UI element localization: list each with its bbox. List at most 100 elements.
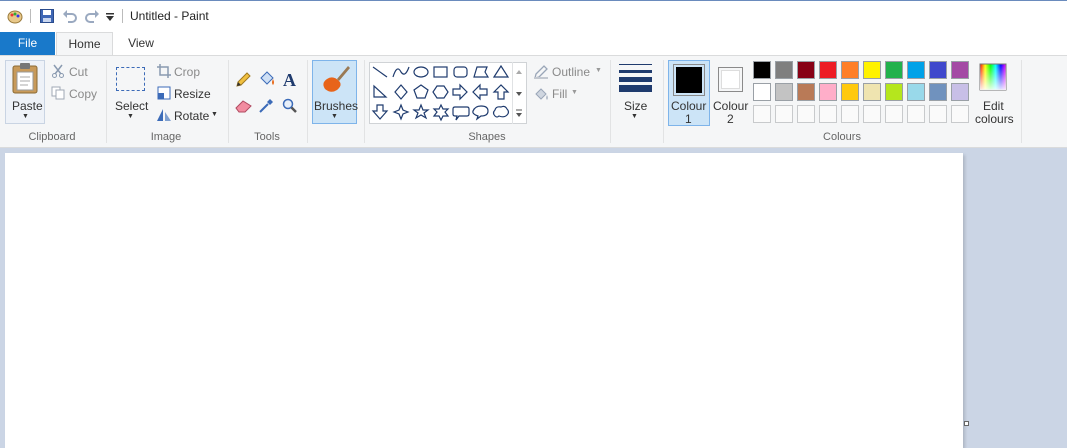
brushes-dropdown-caret[interactable]: ▼ xyxy=(331,113,338,120)
outline-dropdown-caret[interactable]: ▼ xyxy=(595,67,602,74)
colour-swatch[interactable] xyxy=(929,83,947,101)
select-dropdown-caret[interactable]: ▼ xyxy=(127,113,134,120)
colour-1-swatch xyxy=(676,67,702,93)
hexagon-shape-icon[interactable] xyxy=(432,85,449,99)
expand-gallery-icon[interactable] xyxy=(516,109,522,117)
fill-icon xyxy=(535,88,548,100)
copy-button[interactable]: Copy xyxy=(69,87,97,101)
drawing-canvas[interactable] xyxy=(5,153,963,448)
redo-icon[interactable] xyxy=(84,9,100,23)
crop-button[interactable]: Crop xyxy=(174,65,200,79)
size-dropdown-caret[interactable]: ▼ xyxy=(631,113,638,120)
custom-colour-slot[interactable] xyxy=(797,105,815,123)
curve-shape-icon[interactable] xyxy=(392,66,410,78)
four-point-star-shape-icon[interactable] xyxy=(392,103,410,121)
quick-access-separator xyxy=(30,9,31,23)
colour-swatch[interactable] xyxy=(951,61,969,79)
rotate-button[interactable]: Rotate xyxy=(174,109,209,123)
oval-callout-shape-icon[interactable] xyxy=(472,105,489,121)
five-point-star-shape-icon[interactable] xyxy=(412,103,430,120)
colour-swatch[interactable] xyxy=(753,61,771,79)
crop-icon xyxy=(157,64,171,78)
six-point-star-shape-icon[interactable] xyxy=(432,103,450,122)
colour-2-frame[interactable] xyxy=(718,67,743,92)
custom-colour-slot[interactable] xyxy=(907,105,925,123)
colour-swatch[interactable] xyxy=(907,61,925,79)
diamond-shape-icon[interactable] xyxy=(394,84,408,100)
custom-colour-slot[interactable] xyxy=(885,105,903,123)
colour-swatch[interactable] xyxy=(929,61,947,79)
eraser-icon[interactable] xyxy=(235,98,253,114)
fill-bucket-icon[interactable] xyxy=(258,70,276,88)
fill-dropdown-caret[interactable]: ▼ xyxy=(571,89,578,96)
undo-icon[interactable] xyxy=(62,9,78,23)
canvas-resize-handle[interactable] xyxy=(964,421,969,426)
edit-colours-button[interactable] xyxy=(974,60,1014,126)
custom-colour-slot[interactable] xyxy=(819,105,837,123)
rounded-callout-shape-icon[interactable] xyxy=(452,106,470,121)
right-triangle-shape-icon[interactable] xyxy=(373,84,388,98)
colour-swatch[interactable] xyxy=(775,61,793,79)
save-icon[interactable] xyxy=(40,9,54,23)
custom-colour-slot[interactable] xyxy=(775,105,793,123)
select-icon xyxy=(116,67,145,91)
polygon-shape-icon[interactable] xyxy=(473,66,490,78)
paint-app-icon[interactable] xyxy=(7,8,23,24)
cloud-callout-shape-icon[interactable] xyxy=(492,105,510,118)
tab-home[interactable]: Home xyxy=(56,32,113,55)
colour-swatch[interactable] xyxy=(841,83,859,101)
oval-shape-icon[interactable] xyxy=(413,66,429,78)
resize-button[interactable]: Resize xyxy=(174,87,211,101)
colour-swatch[interactable] xyxy=(841,61,859,79)
pencil-icon[interactable] xyxy=(235,72,251,88)
clipboard-icon xyxy=(12,63,38,94)
tools-group-label: Tools xyxy=(254,131,280,143)
rounded-rectangle-shape-icon[interactable] xyxy=(453,66,468,78)
tab-file[interactable]: File xyxy=(0,32,55,55)
colour-swatch[interactable] xyxy=(885,83,903,101)
line-shape-icon[interactable] xyxy=(372,66,388,78)
pentagon-shape-icon[interactable] xyxy=(413,84,429,99)
colour-2-number: 2 xyxy=(727,112,734,126)
magnifier-icon[interactable] xyxy=(282,98,298,114)
cut-button[interactable]: Cut xyxy=(69,65,88,79)
colour-swatch[interactable] xyxy=(775,83,793,101)
up-arrow-shape-icon[interactable] xyxy=(492,84,510,100)
customize-quick-access-icon[interactable] xyxy=(105,12,115,22)
scissors-icon xyxy=(52,64,64,78)
colour-swatch[interactable] xyxy=(819,61,837,79)
custom-colour-slot[interactable] xyxy=(929,105,947,123)
outline-button[interactable]: Outline xyxy=(552,65,590,79)
custom-colour-slot[interactable] xyxy=(753,105,771,123)
colour-swatch[interactable] xyxy=(907,83,925,101)
colour-swatch[interactable] xyxy=(863,61,881,79)
colour-swatch[interactable] xyxy=(863,83,881,101)
custom-colour-slot[interactable] xyxy=(863,105,881,123)
select-button[interactable]: Select xyxy=(115,99,148,113)
colour-swatch[interactable] xyxy=(753,83,771,101)
triangle-shape-icon[interactable] xyxy=(492,64,510,78)
outline-icon xyxy=(534,65,548,79)
scroll-down-icon[interactable] xyxy=(516,92,522,96)
down-arrow-shape-icon[interactable] xyxy=(371,104,389,120)
rectangle-shape-icon[interactable] xyxy=(433,66,448,78)
svg-text:A: A xyxy=(283,70,296,88)
text-icon[interactable]: A xyxy=(282,70,298,88)
paste-dropdown-caret[interactable]: ▼ xyxy=(22,113,29,120)
left-arrow-shape-icon[interactable] xyxy=(472,83,488,101)
colour-swatch[interactable] xyxy=(885,61,903,79)
colour-picker-icon[interactable] xyxy=(258,98,274,114)
scroll-up-icon[interactable] xyxy=(516,70,522,74)
colour-swatch[interactable] xyxy=(797,83,815,101)
right-arrow-shape-icon[interactable] xyxy=(452,83,468,101)
colour-swatch[interactable] xyxy=(951,83,969,101)
fill-button[interactable]: Fill xyxy=(552,87,567,101)
colour-swatch[interactable] xyxy=(819,83,837,101)
size-button[interactable]: Size xyxy=(624,99,647,113)
custom-colour-slot[interactable] xyxy=(951,105,969,123)
brushes-label: Brushes xyxy=(314,99,359,113)
tab-view[interactable]: View xyxy=(116,32,166,55)
custom-colour-slot[interactable] xyxy=(841,105,859,123)
colour-swatch[interactable] xyxy=(797,61,815,79)
rotate-dropdown-caret[interactable]: ▼ xyxy=(211,111,218,118)
